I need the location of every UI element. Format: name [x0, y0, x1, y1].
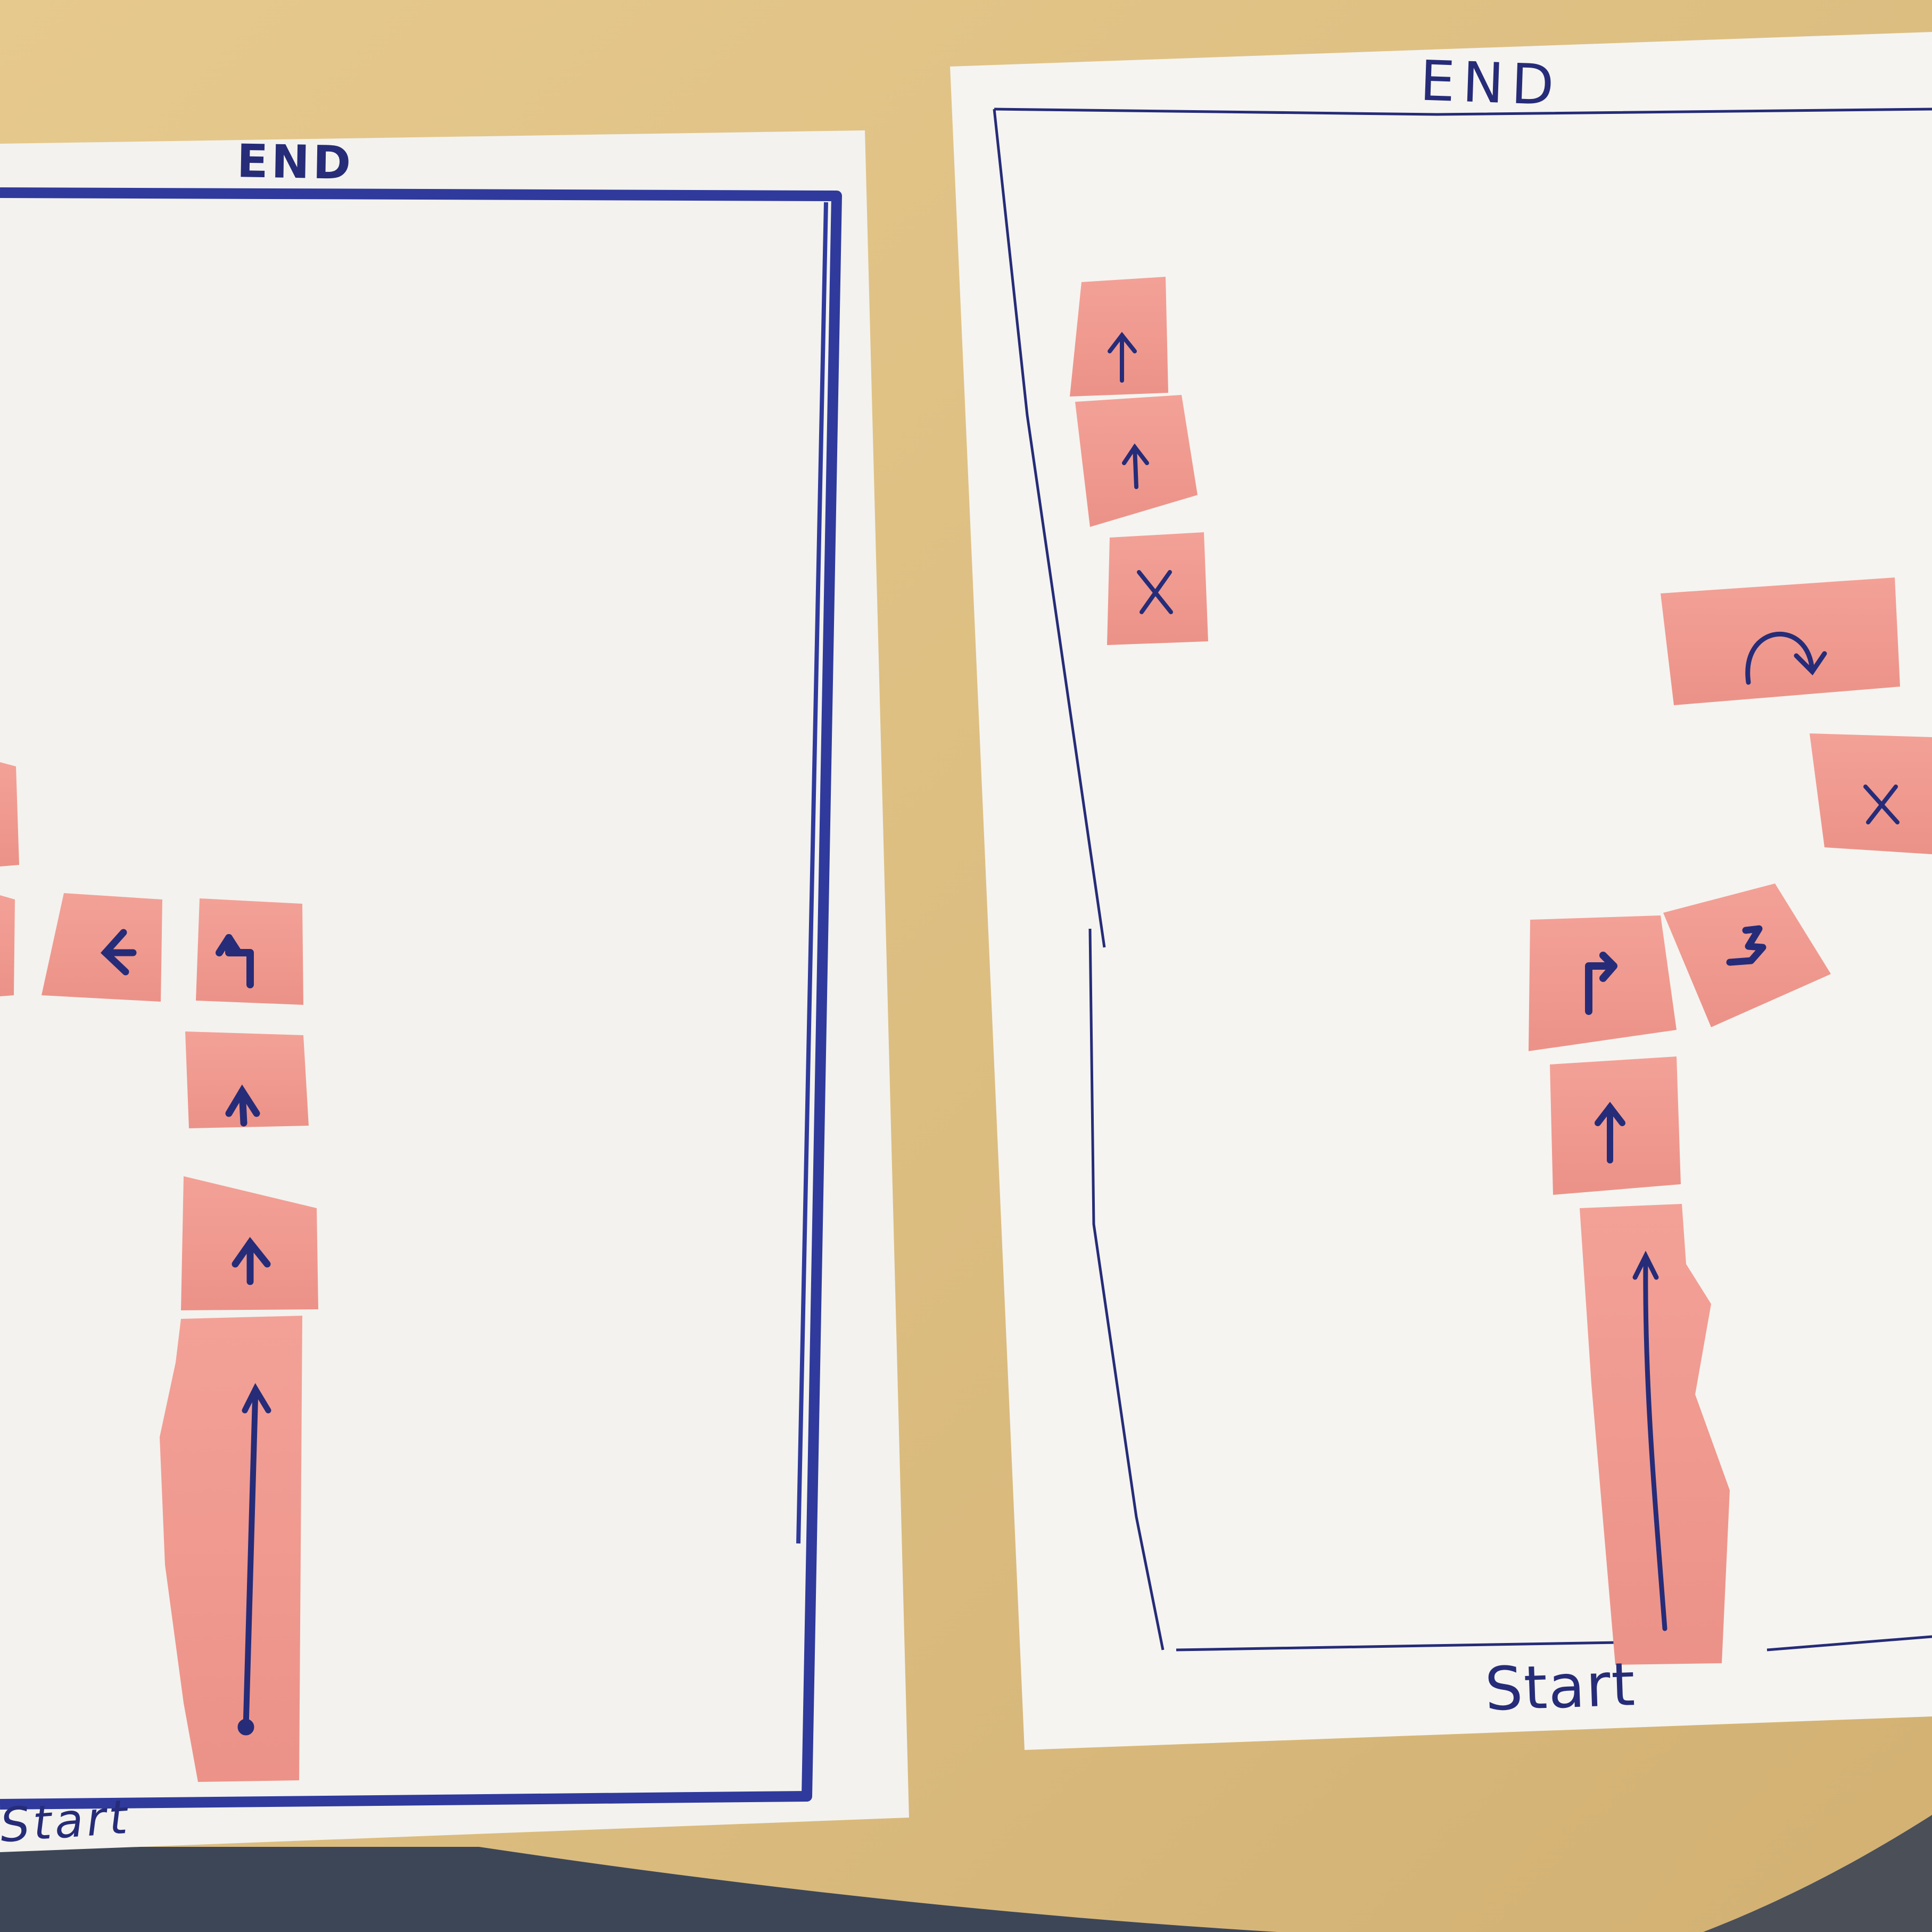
sticky-note-curved-arrow — [1661, 577, 1900, 705]
sticky-note-turn-right — [1529, 915, 1677, 1051]
sticky-note-partial-2 — [0, 895, 15, 996]
sticky-note-turn-left — [196, 898, 303, 1005]
sticky-note-x-top — [1107, 532, 1208, 645]
sticky-note-partial-1 — [0, 762, 19, 866]
sticky-note-up-1 — [185, 1031, 309, 1128]
right-sheet — [950, 32, 1932, 1750]
sticky-note-up-top — [1070, 277, 1168, 397]
sticky-note-up-lower — [1550, 1056, 1681, 1195]
sticky-note-x-right — [1810, 733, 1932, 854]
left-sheet — [0, 130, 909, 1852]
photo-scene — [0, 0, 1932, 1932]
